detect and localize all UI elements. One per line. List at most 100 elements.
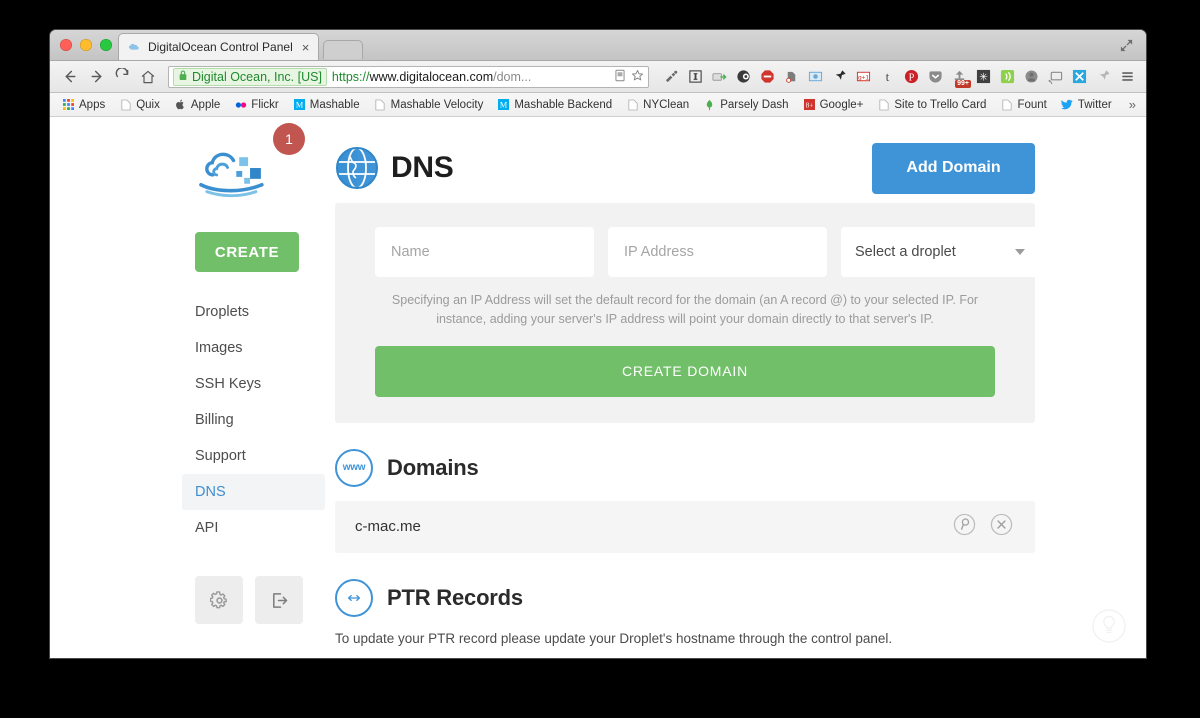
omnibox-icons — [608, 69, 644, 85]
reload-button[interactable] — [110, 65, 134, 89]
mailbox-icon[interactable]: 99+ — [949, 66, 971, 88]
pin-black-icon[interactable] — [829, 66, 850, 87]
droplet-select-value: Select a droplet — [855, 244, 956, 260]
bookmark-apple[interactable]: Apple — [168, 96, 226, 113]
remove-circle-icon[interactable] — [990, 513, 1013, 540]
browser-toolbar: Digital Ocean, Inc. [US] https://www.dig… — [50, 61, 1146, 93]
sidebar-item-ssh-keys[interactable]: SSH Keys — [182, 366, 325, 402]
pin-grey-icon[interactable] — [1093, 66, 1114, 87]
bookmark-google-plus[interactable]: 8+ Google+ — [797, 96, 870, 113]
sidebar-item-api[interactable]: API — [182, 510, 325, 546]
bookmark-apps[interactable]: Apps — [56, 96, 111, 113]
cast-icon[interactable] — [1045, 66, 1066, 87]
main-content: DNS Add Domain Select a droplet Specifyi… — [335, 117, 1039, 646]
bookmark-parsely-dash[interactable]: Parsely Dash — [697, 96, 794, 113]
name-input[interactable] — [375, 227, 594, 277]
magnifier-icon[interactable] — [953, 513, 976, 540]
bookmark-label: Site to Trello Card — [894, 98, 987, 111]
create-button[interactable]: CREATE — [195, 232, 299, 272]
logout-icon[interactable] — [255, 576, 303, 624]
instapaper-icon[interactable] — [685, 66, 706, 87]
tab-title: DigitalOcean Control Panel — [148, 40, 293, 54]
forward-button[interactable] — [84, 65, 108, 89]
bookmark-mashable[interactable]: M Mashable — [287, 96, 366, 113]
fullscreen-icon[interactable] — [1119, 38, 1134, 53]
sidebar-item-droplets[interactable]: Droplets — [182, 294, 325, 330]
bookmark-twitter[interactable]: Twitter — [1055, 96, 1118, 113]
create-domain-button[interactable]: CREATE DOMAIN — [375, 345, 995, 397]
bookmarks-overflow-icon[interactable]: » — [1129, 97, 1140, 112]
bookmark-site-to-trello-card[interactable]: Site to Trello Card — [871, 96, 992, 113]
domains-section-header: www Domains — [335, 448, 1035, 487]
bookmark-mashable-velocity[interactable]: Mashable Velocity — [368, 96, 490, 113]
browser-window: DigitalOcean Control Panel × Digital Oce… — [50, 30, 1146, 658]
svg-text:M: M — [296, 101, 304, 110]
signal-icon[interactable] — [997, 66, 1018, 87]
bookmark-mashable-backend[interactable]: M Mashable Backend — [491, 96, 618, 113]
bookmark-quix[interactable]: Quix — [113, 96, 166, 113]
close-window-button[interactable] — [60, 39, 72, 51]
notification-badge[interactable]: 1 — [273, 123, 305, 155]
asterisk-icon[interactable]: ✳ — [973, 66, 994, 87]
www-icon: www — [335, 448, 373, 487]
sidebar-item-dns[interactable]: DNS — [182, 474, 325, 510]
minimize-window-button[interactable] — [80, 39, 92, 51]
sidebar-item-support[interactable]: Support — [182, 438, 325, 474]
bookmark-label: Fount — [1017, 98, 1047, 111]
sidebar-item-label: Billing — [195, 412, 234, 428]
google-plus-icon[interactable]: g+1 — [853, 66, 874, 87]
evernote-icon[interactable] — [781, 66, 802, 87]
sidebar-item-images[interactable]: Images — [182, 330, 325, 366]
user-icon[interactable] — [1021, 66, 1042, 87]
tumblr-icon[interactable]: t — [877, 66, 898, 87]
app-sidebar: 1 CREATE Droplets Images SSH Keys Billin… — [177, 117, 327, 624]
sidebar-item-label: DNS — [195, 484, 226, 500]
address-bar[interactable]: Digital Ocean, Inc. [US] https://www.dig… — [168, 65, 649, 88]
zoom-window-button[interactable] — [100, 39, 112, 51]
svg-text:P: P — [909, 73, 915, 84]
url-scheme: https:// — [331, 69, 370, 84]
globe-icon — [335, 146, 379, 190]
svg-text:g+1: g+1 — [858, 74, 869, 81]
back-button[interactable] — [58, 65, 82, 89]
mashable-m-icon: M — [293, 98, 306, 111]
home-icon[interactable] — [136, 65, 160, 89]
sidebar-item-label: SSH Keys — [195, 376, 262, 392]
flashlight-icon[interactable] — [661, 66, 682, 87]
ev-label: Digital Ocean, Inc. [US] — [192, 69, 322, 84]
sidebar-item-billing[interactable]: Billing — [182, 402, 325, 438]
reader-mode-icon[interactable] — [614, 69, 626, 85]
www-icon-label: www — [342, 462, 366, 474]
browser-tab[interactable]: DigitalOcean Control Panel × — [118, 33, 320, 60]
domain-list-item[interactable]: c-mac.me — [335, 500, 1035, 553]
extension-toolbar: g+1 t P 99+ ✳ — [657, 66, 1138, 88]
chrome-menu-icon[interactable] — [1117, 66, 1138, 87]
sidebar-nav: Droplets Images SSH Keys Billing Support… — [182, 294, 325, 546]
new-tab-button[interactable] — [323, 40, 364, 59]
digitalocean-logo[interactable]: 1 — [177, 117, 317, 210]
bookmarks-bar: Apps Quix Apple Flickr M Mashable Mashab… — [50, 93, 1146, 117]
adblock-icon[interactable] — [757, 66, 778, 87]
xmarks-icon[interactable] — [1069, 66, 1090, 87]
ip-address-input[interactable] — [608, 227, 827, 277]
page-icon — [119, 98, 132, 111]
pinterest-icon[interactable]: P — [901, 66, 922, 87]
svg-text:8+: 8+ — [805, 100, 813, 109]
svg-text:t: t — [886, 69, 890, 84]
send-to-icon[interactable] — [709, 66, 730, 87]
add-domain-button[interactable]: Add Domain — [872, 142, 1035, 194]
pocket-icon[interactable] — [925, 66, 946, 87]
screenshot-icon[interactable] — [805, 66, 826, 87]
apps-grid-icon — [62, 98, 75, 111]
bookmark-star-icon[interactable] — [631, 69, 644, 85]
lightbulb-icon[interactable] — [1092, 609, 1126, 643]
close-icon[interactable]: × — [299, 41, 310, 54]
bookmark-flickr[interactable]: Flickr — [228, 96, 284, 113]
gear-icon[interactable] — [195, 576, 243, 624]
bookmark-fount[interactable]: Fount — [994, 96, 1052, 113]
ghostery-icon[interactable] — [733, 66, 754, 87]
bookmark-label: Mashable — [309, 98, 360, 111]
droplet-select[interactable]: Select a droplet — [841, 227, 1039, 277]
sidebar-item-label: Images — [195, 340, 243, 356]
bookmark-nyclean[interactable]: NYClean — [620, 96, 695, 113]
